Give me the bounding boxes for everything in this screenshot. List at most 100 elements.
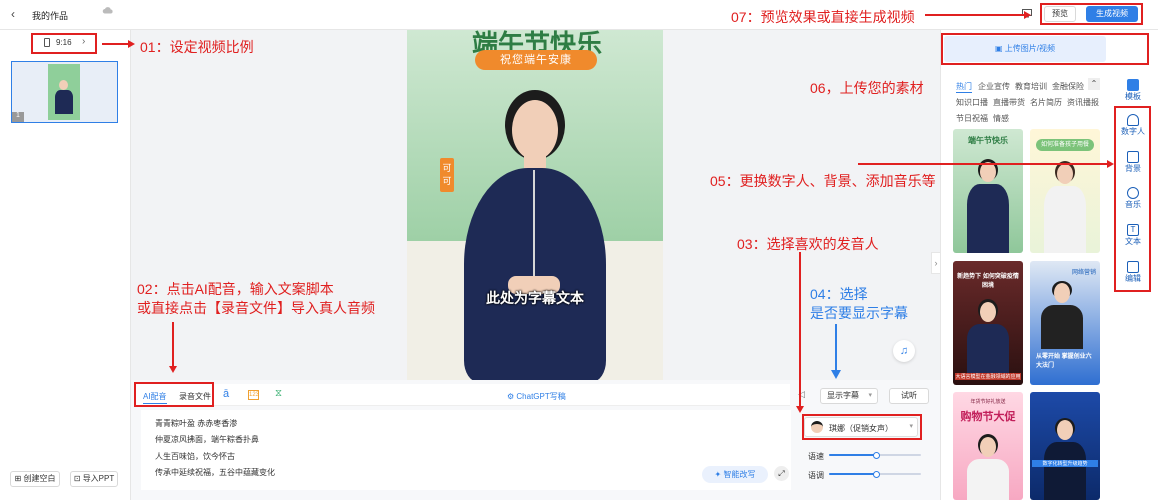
side-tab-template[interactable]: 模板 (1113, 79, 1153, 102)
arrow-01-head (128, 40, 135, 48)
annotation-01: 01：设定视频比例 (140, 39, 254, 55)
category-tab-finance[interactable]: 金融保险 (1052, 81, 1084, 92)
back-chevron-icon[interactable]: ‹ (11, 7, 15, 21)
arrow-05-head (1107, 160, 1114, 168)
annotation-04-line2: 是否要显示字幕 (810, 305, 908, 321)
template-card[interactable]: 端午节快乐 (953, 129, 1023, 253)
arrow-04 (835, 324, 837, 372)
category-tab-hot[interactable]: 热门 (956, 81, 972, 93)
highlight-voice-selector (802, 414, 922, 440)
template-subtitle: 年货节好礼放送 (970, 399, 1006, 405)
highlight-aspect-ratio (31, 33, 97, 54)
script-panel: AI配音 录音文件 ā 123 ⧖ ⚙ ChatGPT写稿 青青粽叶盈 赤赤枣香… (131, 380, 940, 500)
template-title: 如何准备孩子用餐 (1036, 139, 1094, 151)
arrow-02 (172, 322, 174, 368)
template-title: 购物节大促 (960, 411, 1016, 423)
chevron-down-icon: ▾ (868, 392, 872, 399)
highlight-side-tabs (1114, 106, 1151, 292)
template-card[interactable]: 网络营销 从零开始 掌握创业六大法门 (1030, 261, 1100, 385)
template-title: 新趋势下 如何突破疫情困境 (957, 274, 1019, 289)
pinyin-icon[interactable]: ā (223, 388, 229, 400)
music-note-button[interactable]: ♫ (893, 340, 915, 362)
listen-button[interactable]: 试听 (889, 388, 929, 404)
pitch-slider[interactable] (829, 470, 921, 478)
slide-thumbnail[interactable]: 1 (11, 61, 118, 123)
arrow-07-head (1024, 11, 1031, 19)
template-subtitle: 大语言模型在金融领域的应用 (955, 373, 1021, 380)
import-ppt-button[interactable]: ⊡ 导入PPT (70, 471, 118, 487)
side-tab-label: 模板 (1125, 92, 1141, 101)
chatgpt-button[interactable]: ⚙ ChatGPT写稿 (507, 391, 566, 402)
template-title: 网络营销 (1072, 270, 1097, 276)
arrow-04-head (831, 370, 841, 379)
smart-rewrite-button[interactable]: ✦ 智能改写 (702, 466, 768, 483)
pause-hourglass-icon[interactable]: ⧖ (275, 388, 282, 399)
annotation-02-line2: 或直接点击【录音文件】导入真人音频 (137, 300, 375, 316)
template-card[interactable]: 购物节大促 年货节好礼放送 (953, 392, 1023, 500)
category-tab-holiday[interactable]: 节日祝福 (956, 113, 988, 124)
category-tab-resume[interactable]: 名片简历 (1030, 97, 1062, 108)
arrow-02-head (169, 366, 177, 373)
pitch-slider-fill (829, 473, 877, 475)
sparkle-icon: ✦ (714, 470, 722, 479)
highlight-preview-generate (1040, 3, 1143, 25)
template-card[interactable]: 新趋势下 如何突破疫情困境 大语言模型在金融领域的应用 (953, 261, 1023, 385)
cloud-save-icon (102, 6, 113, 14)
plus-icon: ⊞ (14, 474, 22, 483)
template-card[interactable]: 数字化转型升级趋势 (1030, 392, 1100, 500)
arrow-03 (799, 252, 801, 408)
category-tab-emotion[interactable]: 情感 (993, 113, 1009, 124)
subtitle-select[interactable]: 显示字幕 ▾ (820, 388, 878, 404)
arrow-05 (858, 163, 1108, 165)
create-blank-button[interactable]: ⊞ 创建空白 (10, 471, 60, 487)
slide-preview-image (48, 64, 80, 120)
script-line: 仲夏凉风拂面，端午粽香扑鼻 (155, 435, 259, 444)
annotation-07: 07：预览效果或直接生成视频 (731, 9, 915, 25)
subtitle-select-value: 显示字幕 (827, 391, 859, 400)
banner-subtitle: 祝您端午安康 (475, 50, 597, 70)
template-icon (1127, 79, 1139, 91)
create-blank-label: 创建空白 (23, 474, 56, 483)
category-tab-news[interactable]: 资讯播报 (1067, 97, 1099, 108)
script-line: 青青粽叶盈 赤赤枣香渗 (155, 419, 238, 428)
slide-number: 1 (12, 112, 24, 122)
template-title: 端午节快乐 (968, 136, 1008, 145)
annotation-03: 03：选择喜欢的发音人 (737, 236, 879, 252)
smart-rewrite-label: 智能改写 (723, 470, 756, 479)
pitch-slider-handle[interactable] (873, 470, 881, 478)
annotation-06: 06，上传您的素材 (810, 80, 924, 96)
category-tab-livestream[interactable]: 直播带货 (993, 97, 1025, 108)
digital-human[interactable] (452, 90, 617, 382)
subtitle-placeholder[interactable]: 此处为字幕文本 (407, 288, 663, 308)
number-icon[interactable]: 123 (248, 390, 259, 400)
highlight-upload (941, 33, 1149, 65)
ppt-icon: ⊡ (73, 474, 81, 483)
category-tab-knowledge[interactable]: 知识口播 (956, 97, 988, 108)
speed-slider-handle[interactable] (873, 451, 881, 459)
arrow-03-head (796, 406, 804, 413)
arrow-01 (102, 43, 129, 45)
template-card[interactable]: 如何准备孩子用餐 (1030, 129, 1100, 253)
template-subtitle: 从零开始 掌握创业六大法门 (1036, 354, 1092, 369)
category-tab-education[interactable]: 教育培训 (1015, 81, 1047, 92)
pitch-label: 语调 (808, 471, 824, 480)
video-frame[interactable]: 端午节快乐 祝您端午安康 可 可 此处为字幕文本 (407, 30, 663, 382)
annotation-02-line1: 02：点击AI配音，输入文案脚本 (137, 281, 334, 297)
expand-button[interactable]: ⤢ (774, 466, 789, 481)
speed-label: 语速 (808, 452, 824, 461)
chatgpt-icon: ⚙ (507, 392, 515, 401)
speed-slider[interactable] (829, 451, 921, 459)
annotation-04-line1: 04：选择 (810, 286, 868, 302)
template-subtitle: 数字化转型升级趋势 (1032, 460, 1098, 467)
highlight-audio-tabs (134, 382, 214, 407)
chevron-up-icon[interactable]: ⌃ (1088, 78, 1100, 90)
import-ppt-label: 导入PPT (82, 474, 115, 483)
slides-panel: 9:16 › 1 ⊞ 创建空白 ⊡ 导入PPT (0, 30, 131, 500)
category-tab-corporate[interactable]: 企业宣传 (978, 81, 1010, 92)
arrow-07 (925, 14, 1025, 16)
script-line: 传承中延续祝福，五谷中蕴藏变化 (155, 468, 275, 477)
script-line: 人生百味馅，饮今怀古 (155, 452, 235, 461)
collapse-panel-icon[interactable]: › (931, 252, 941, 274)
project-title[interactable]: 我的作品 (32, 9, 68, 22)
script-editor[interactable]: 青青粽叶盈 赤赤枣香渗 仲夏凉风拂面，端午粽香扑鼻 人生百味馅，饮今怀古 传承中… (141, 410, 791, 490)
